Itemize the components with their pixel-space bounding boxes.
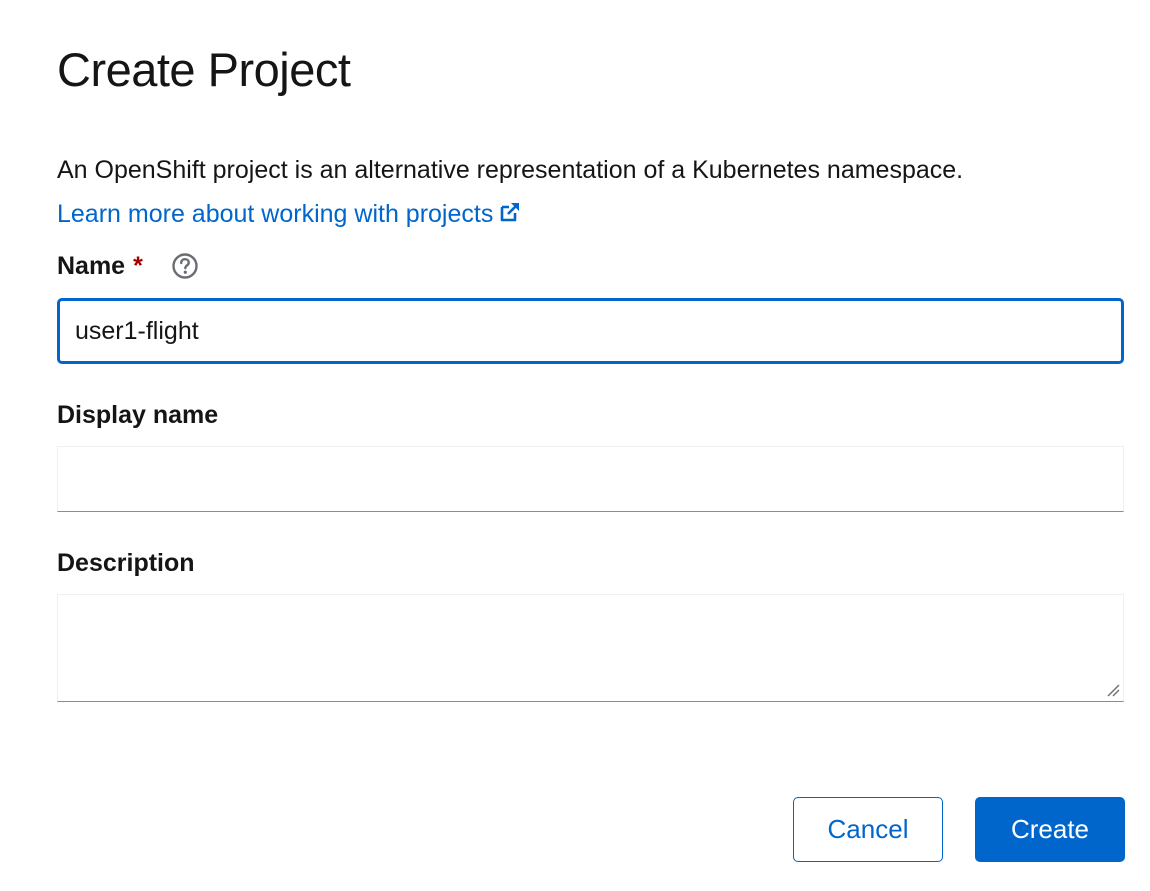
display-name-input[interactable] xyxy=(57,446,1124,512)
description-label-row: Description xyxy=(57,546,195,580)
page-title: Create Project xyxy=(57,43,351,96)
help-icon[interactable] xyxy=(171,252,199,280)
description-textarea[interactable] xyxy=(57,594,1124,702)
required-marker: * xyxy=(133,252,143,280)
resize-handle-icon[interactable] xyxy=(1106,683,1120,697)
display-name-label-row: Display name xyxy=(57,398,218,432)
external-link-icon xyxy=(499,198,521,232)
learn-more-link[interactable]: Learn more about working with projects xyxy=(57,196,521,232)
display-name-label: Display name xyxy=(57,401,219,429)
description-label: Description xyxy=(57,549,195,577)
name-input[interactable] xyxy=(57,298,1124,364)
create-button[interactable]: Create xyxy=(975,797,1125,862)
cancel-button[interactable]: Cancel xyxy=(793,797,943,862)
learn-more-link-label: Learn more about working with projects xyxy=(57,200,494,228)
name-label: Name xyxy=(57,252,126,280)
name-label-row: Name * xyxy=(57,249,199,283)
create-project-dialog: Create Project An OpenShift project is a… xyxy=(0,0,1150,891)
intro-text: An OpenShift project is an alternative r… xyxy=(57,156,964,184)
